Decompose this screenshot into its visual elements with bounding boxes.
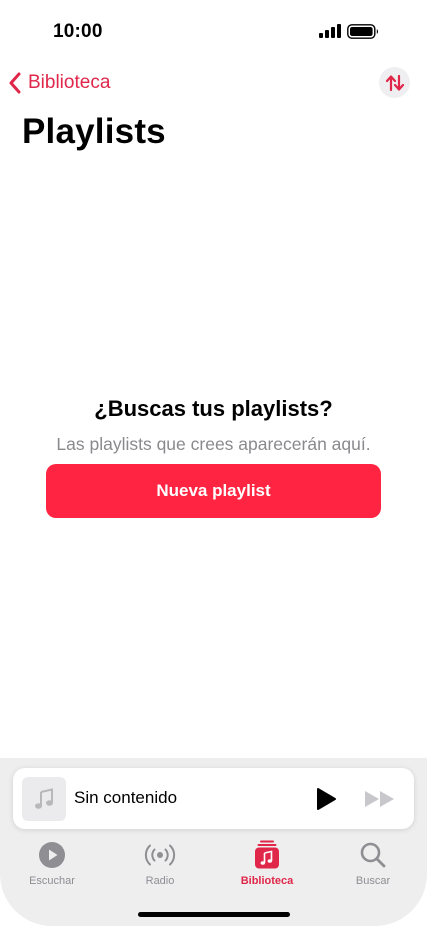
tab-label: Escuchar: [29, 875, 75, 887]
tab-label: Biblioteca: [240, 875, 294, 887]
sort-arrows-icon: [385, 74, 404, 91]
tab-buscar[interactable]: Buscar: [328, 840, 418, 887]
new-playlist-button[interactable]: Nueva playlist: [46, 464, 381, 518]
status-bar: 10:00: [0, 0, 427, 56]
page-title: Playlists: [22, 112, 166, 151]
forward-icon[interactable]: [363, 787, 399, 811]
new-playlist-label: Nueva playlist: [156, 481, 271, 500]
radio-waves-icon: [144, 844, 176, 866]
tab-escuchar[interactable]: Escuchar: [7, 840, 97, 887]
music-note-icon: [35, 788, 53, 809]
home-indicator[interactable]: [138, 912, 290, 917]
tab-radio[interactable]: Radio: [115, 840, 205, 887]
sort-button[interactable]: [379, 67, 410, 98]
tab-bar: Escuchar Radio Biblioteca Buscar: [0, 840, 427, 890]
play-circle-icon: [39, 842, 65, 868]
empty-state-title: ¿Buscas tus playlists?: [94, 396, 333, 421]
back-button[interactable]: Biblioteca: [8, 68, 110, 98]
tab-biblioteca[interactable]: Biblioteca: [222, 840, 312, 887]
play-icon[interactable]: [313, 786, 339, 812]
artwork-placeholder: [22, 777, 66, 821]
chevron-left-icon: [9, 72, 21, 94]
status-time: 10:00: [53, 21, 103, 42]
search-icon: [360, 842, 386, 868]
mini-player[interactable]: Sin contenido: [13, 768, 414, 829]
battery-icon: [347, 24, 378, 39]
tab-label: Radio: [145, 875, 175, 887]
track-title: Sin contenido: [74, 788, 178, 807]
cellular-signal-icon: [319, 24, 341, 38]
empty-state-subtitle: Las playlists que crees aparecerán aquí.: [56, 434, 371, 454]
back-label: Biblioteca: [28, 72, 111, 93]
library-icon: [255, 840, 279, 869]
tab-label: Buscar: [355, 875, 391, 887]
